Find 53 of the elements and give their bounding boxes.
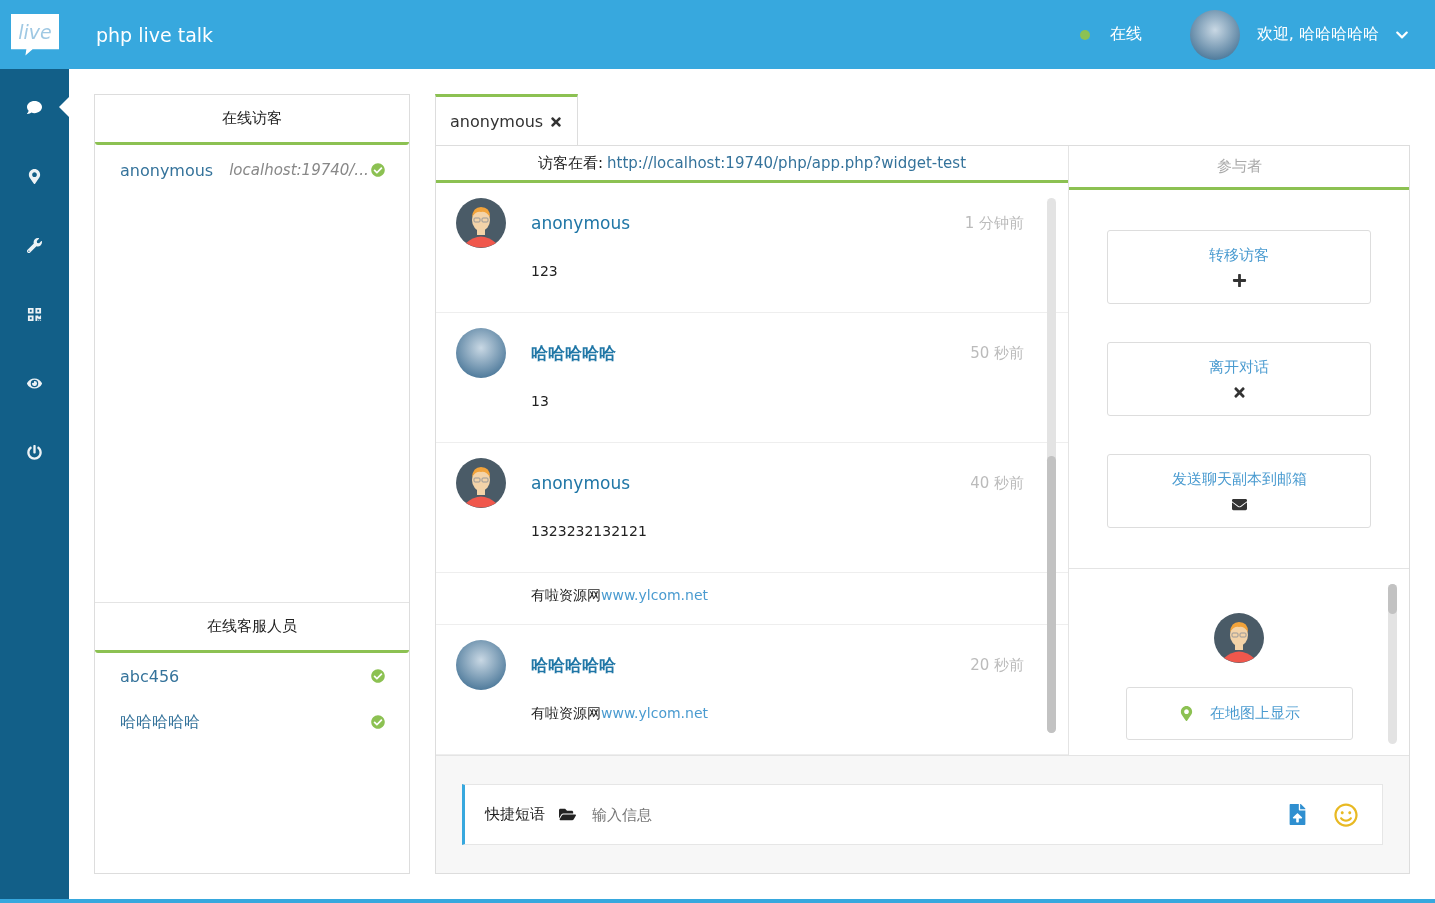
message-link[interactable]: www.ylcom.net bbox=[601, 587, 709, 603]
user-avatar-icon bbox=[456, 458, 506, 508]
action-button[interactable]: 转移访客 bbox=[1107, 230, 1371, 304]
message-time: 40 秒前 bbox=[970, 473, 1024, 493]
message-link[interactable]: www.ylcom.net bbox=[601, 705, 709, 721]
agent-link[interactable]: abc456 bbox=[120, 666, 180, 686]
logo: live bbox=[11, 13, 59, 56]
message-text: 123 bbox=[531, 263, 559, 279]
message-author: 哈哈哈哈哈 bbox=[531, 341, 617, 365]
scrollbar[interactable] bbox=[1388, 584, 1397, 744]
message-text: 1323232132121 bbox=[531, 523, 648, 539]
visitor-page: localhost:19740/... bbox=[229, 161, 370, 179]
message-time: 50 秒前 bbox=[970, 343, 1024, 363]
folder-icon bbox=[559, 806, 576, 823]
message-time: 20 秒前 bbox=[970, 655, 1024, 675]
mail-icon bbox=[1231, 497, 1247, 512]
message-author: anonymous bbox=[531, 473, 632, 493]
viewing-label: 访客在看: bbox=[537, 153, 603, 173]
smiley-icon bbox=[1334, 802, 1358, 827]
power-icon bbox=[27, 444, 42, 460]
message-author: 哈哈哈哈哈 bbox=[531, 653, 617, 677]
upload-icon bbox=[1287, 804, 1308, 825]
map-pin-icon bbox=[27, 168, 42, 184]
scrollbar[interactable] bbox=[1047, 198, 1056, 733]
action-button[interactable]: 离开对话 bbox=[1107, 342, 1371, 416]
message-text: 有啦资源网www.ylcom.net bbox=[531, 705, 710, 723]
panel-title: 在线访客 bbox=[95, 95, 409, 145]
user-avatar-icon bbox=[1214, 613, 1264, 663]
map-pin-icon bbox=[1178, 706, 1194, 721]
qr-code-icon bbox=[27, 306, 42, 322]
viewing-url[interactable]: http://localhost:19740/php/app.php?widget-test bbox=[607, 154, 967, 172]
plus-icon bbox=[1231, 273, 1247, 288]
show-on-map-button[interactable]: 在地图上显示 bbox=[1125, 687, 1353, 740]
chat-icon bbox=[27, 99, 42, 115]
user-avatar-icon bbox=[456, 198, 506, 248]
action-button[interactable]: 发送聊天副本到邮箱 bbox=[1107, 454, 1371, 528]
status-label: 在线 bbox=[1109, 24, 1142, 45]
message-time: 1 分钟前 bbox=[964, 213, 1024, 233]
message-text: 有啦资源网www.ylcom.net bbox=[531, 587, 710, 605]
avatar-photo-placeholder bbox=[456, 328, 506, 378]
app-title: php live talk bbox=[96, 23, 215, 46]
quick-replies-button[interactable]: 快捷短语 bbox=[485, 805, 576, 824]
chat-tab[interactable]: anonymous bbox=[435, 94, 579, 146]
message-text: 13 bbox=[531, 393, 550, 409]
avatar-photo-placeholder bbox=[456, 640, 506, 690]
welcome-text: 欢迎, 哈哈哈哈哈 bbox=[1256, 24, 1379, 45]
panel-title: 在线客服人员 bbox=[95, 603, 409, 653]
participants-title: 参与者 bbox=[1069, 146, 1409, 190]
agent-link[interactable]: 哈哈哈哈哈 bbox=[120, 711, 200, 733]
visitor-link[interactable]: anonymous bbox=[120, 160, 214, 180]
message-author: anonymous bbox=[531, 213, 632, 233]
close-icon[interactable] bbox=[549, 114, 564, 129]
wrench-icon bbox=[27, 237, 42, 253]
